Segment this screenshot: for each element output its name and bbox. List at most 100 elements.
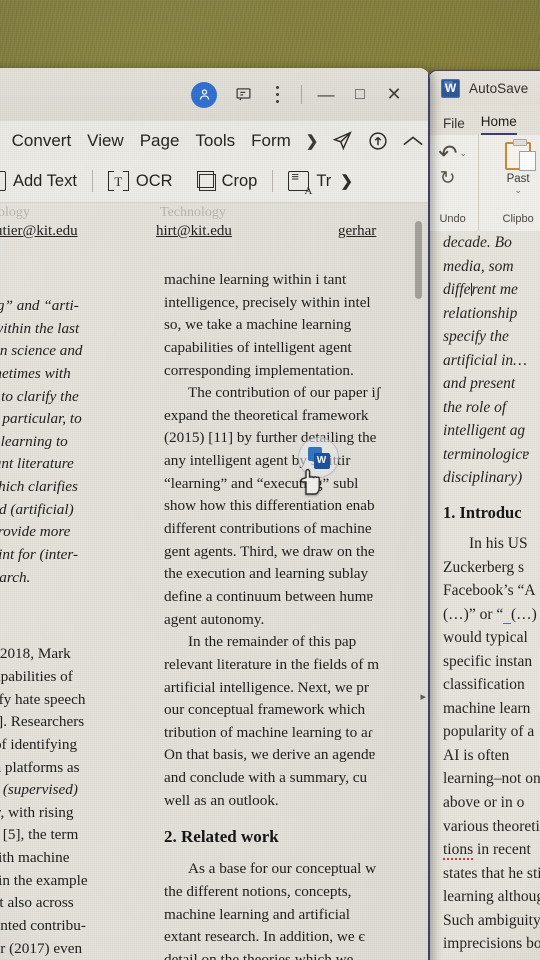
- pdf-line: o build (artificial): [0, 500, 74, 518]
- pdf-page-viewport[interactable]: Technology arc.goutier@kit.edu Technolog…: [0, 203, 430, 960]
- menu-overflow-chevron-icon[interactable]: ❯: [299, 132, 326, 150]
- pdf-line: asks of identifying: [0, 735, 78, 753]
- ribbon-group-undo: ↶ ⌄ ↻ Undo: [429, 135, 478, 231]
- paste-dropdown-chevron-icon[interactable]: ⌄: [514, 185, 522, 196]
- comment-balloon-icon[interactable]: [226, 78, 260, 112]
- pdf-line: The contribution of our paper iʃ: [188, 384, 381, 402]
- vertical-scroll-thumb[interactable]: [415, 221, 422, 299]
- translate-button[interactable]: Tr ❯: [277, 169, 355, 197]
- word-intro-paragraph: In his US Zuckerberg s Facebook’s “A (…)…: [443, 532, 540, 960]
- pdf-line: the execution and learning sublay: [164, 565, 369, 583]
- pdf-line: different contributions of machine: [164, 520, 372, 538]
- tab-file[interactable]: File: [443, 116, 465, 135]
- pdf-line: extant research. In addition, we є: [164, 928, 365, 946]
- word-line: the role of: [443, 398, 507, 416]
- paste-button-label[interactable]: Past: [507, 173, 530, 185]
- clipboard-group-label: Clipbo: [502, 213, 534, 225]
- pdf-line: e research.: [0, 568, 31, 586]
- word-line: learning althoug: [443, 888, 540, 906]
- undo-dropdown-chevron-icon[interactable]: ⌄: [459, 148, 467, 159]
- word-line: and present: [443, 375, 516, 393]
- pdf-line: gent agents. Third, we draw on the: [164, 542, 375, 560]
- word-line: terminologicɐ: [443, 445, 530, 463]
- word-line: states that he sti: [443, 864, 540, 882]
- pdf-line: so, we take a machine learning: [164, 316, 352, 334]
- pdf-line: Carner (2017) even: [0, 939, 83, 957]
- pdf-vertical-scrollbar[interactable]: [415, 221, 422, 841]
- pdf-line: machine learning and artificial: [164, 905, 350, 923]
- pdf-line: e aim to clarify the: [0, 387, 79, 405]
- menu-item-view[interactable]: View: [79, 131, 132, 151]
- tab-home[interactable]: Home: [480, 114, 517, 135]
- word-line: learning–not on: [443, 770, 540, 788]
- word-titlebar: AutoSave: [429, 71, 540, 105]
- word-line: would typical: [443, 629, 528, 647]
- menu-item-convert[interactable]: Convert: [4, 131, 80, 151]
- author-email-left[interactable]: arc.goutier@kit.edu: [0, 223, 78, 240]
- pdf-line: eld of (supervised): [2, 781, 78, 799]
- menu-item-page[interactable]: Page: [132, 131, 188, 151]
- autosave-label[interactable]: AutoSave: [469, 81, 528, 96]
- paste-clipboard-icon[interactable]: [505, 139, 537, 171]
- word-line: Zuckerberg s: [443, 558, 525, 576]
- toolbar-overflow-chevron-icon[interactable]: ❯: [338, 172, 353, 190]
- word-line-quote: (…)” or “ (…): [443, 605, 537, 624]
- para-remainder: In the remainder of this pap relevant li…: [164, 631, 406, 812]
- pdf-line: used in science and: [0, 342, 83, 360]
- pdf-menubar[interactable]: ent Convert View Page Tools Form ❯: [0, 121, 430, 160]
- pdf-line: tribution of machine learning to aɾ: [164, 723, 373, 741]
- redo-arrow-icon[interactable]: ↻: [440, 169, 456, 188]
- more-vertical-icon[interactable]: [260, 78, 294, 112]
- pdf-line: relevant literature in the fields of m: [164, 655, 380, 673]
- close-button[interactable]: ✕: [377, 78, 411, 112]
- pdf-line: ular within the last: [0, 319, 80, 337]
- word-line: In his US: [469, 535, 528, 553]
- author-email-right-clipped[interactable]: gerhar: [338, 223, 376, 240]
- word-logo-icon: [441, 78, 460, 98]
- word-line: various theoreti: [443, 817, 540, 835]
- minimize-button[interactable]: —: [309, 78, 343, 112]
- pdf-line: 6], but also across: [0, 894, 74, 912]
- word-ribbon-tabs[interactable]: File Home: [429, 105, 540, 135]
- pdf-line: our conceptual framework which: [164, 701, 366, 719]
- word-window[interactable]: AutoSave File Home ↶ ⌄ ↻ Undo Past ⌄ Cli…: [428, 70, 540, 960]
- pdf-line: expand the theoretical framework: [164, 406, 369, 424]
- pdf-line: the different notions, concepts,: [164, 883, 352, 901]
- crop-button[interactable]: Crop: [184, 171, 269, 191]
- next-page-arrow-icon[interactable]: ▸: [420, 690, 426, 703]
- pdf-line: and conclude with a summary, cu: [164, 769, 368, 787]
- pdf-reader-window[interactable]: — □ ✕ ent Convert View Page Tools Form ❯: [0, 68, 430, 960]
- maximize-button[interactable]: □: [343, 78, 377, 112]
- pdf-line: nd, in particular, to: [0, 410, 82, 428]
- word-line: specify the: [443, 328, 509, 346]
- undo-arrow-icon[interactable]: ↶: [438, 142, 457, 165]
- pdf-line: CEO in the example: [0, 871, 88, 889]
- pdf-toolbar[interactable]: I Add Text T OCR Crop Tr ❯: [0, 160, 430, 203]
- pdf-line: media platforms as: [0, 758, 80, 776]
- menu-item-tools[interactable]: Tools: [187, 131, 243, 151]
- author-email-mid[interactable]: hirt@kit.edu: [156, 223, 232, 240]
- pdf-right-column: machine learning within i tant intellige…: [161, 259, 406, 960]
- word-line: popularity of a: [443, 723, 535, 741]
- cloud-upload-icon[interactable]: [360, 130, 395, 152]
- crop-label: Crop: [221, 171, 258, 190]
- share-paperplane-icon[interactable]: [325, 130, 360, 151]
- add-text-button[interactable]: I Add Text: [0, 171, 88, 191]
- affiliation-faint-mid: Technology: [160, 205, 226, 220]
- word-line: Facebook’s “A: [443, 582, 536, 600]
- word-heading-introduction: 1. Introduc: [443, 503, 522, 523]
- word-line: artificial in…: [443, 351, 527, 369]
- collapse-chevron-icon[interactable]: [395, 134, 430, 148]
- ocr-button[interactable]: T OCR: [97, 171, 184, 191]
- menu-item-form[interactable]: Form: [243, 131, 299, 151]
- word-line: AI is often: [443, 746, 510, 764]
- word-line: decade. Bo: [443, 234, 512, 251]
- word-abstract-paragraph: decade. Bo media, som different me relat…: [443, 231, 540, 490]
- pdf-line: April 2018, Mark: [0, 645, 71, 663]
- pdf-line: identify hate speech: [0, 690, 86, 708]
- pdf-line: (2015) [11] by further detailing the: [164, 429, 377, 447]
- user-avatar-icon[interactable]: [191, 81, 217, 108]
- word-line: specific instan: [443, 652, 533, 670]
- word-document-page[interactable]: decade. Bo media, som different me relat…: [429, 231, 540, 960]
- text-caret: [470, 283, 472, 297]
